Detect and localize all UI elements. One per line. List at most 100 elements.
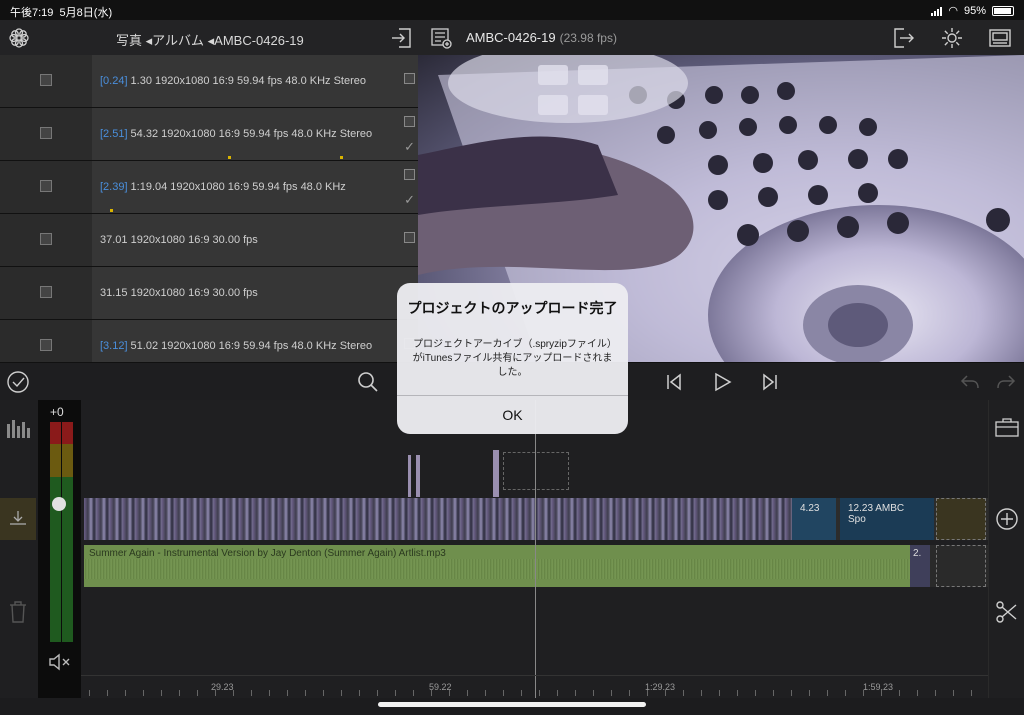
audio-clip-label: Summer Again - Instrumental Version by J…: [89, 548, 446, 559]
ruler-tick: [359, 690, 360, 696]
ruler-tick: [341, 690, 342, 696]
redo-icon[interactable]: [994, 370, 1018, 394]
clip-thumbnail[interactable]: [0, 55, 92, 107]
clip-row[interactable]: [2.39] 1:19.04 1920x1080 16:9 59.94 fps 4…: [0, 161, 418, 214]
skip-back-icon[interactable]: [662, 370, 686, 394]
ruler-tick: [485, 690, 486, 696]
add-circle-icon[interactable]: [995, 507, 1019, 531]
dialog-title: プロジェクトのアップロード完了: [407, 300, 618, 316]
image-placeholder-icon: [40, 339, 52, 351]
clip-info[interactable]: [2.51] 54.32 1920x1080 16:9 59.94 fps 48.…: [92, 108, 418, 160]
audio-waveform: [84, 559, 910, 579]
track-select-handle[interactable]: [0, 498, 36, 540]
mute-icon[interactable]: [48, 652, 72, 672]
clip-row[interactable]: [0.24] 1.30 1920x1080 16:9 59.94 fps 48.0…: [0, 55, 418, 108]
ruler-tick: [305, 690, 306, 696]
track-area[interactable]: 4.23 12.23 AMBC Spo Summer Again - Instr…: [81, 400, 989, 698]
export-icon[interactable]: [892, 26, 916, 50]
image-placeholder-icon: [40, 233, 52, 245]
clip-status-icon: [404, 73, 415, 84]
status-bar: 午後7:19 5月8日(水) ◠ 95%: [0, 0, 1024, 20]
video-clip-placeholder[interactable]: [936, 498, 986, 540]
clip-thumbnail[interactable]: [0, 214, 92, 266]
ok-button[interactable]: OK: [397, 396, 628, 434]
clip-thumbnail[interactable]: [0, 161, 92, 213]
ruler-tick: [179, 690, 180, 696]
clip-thumbnail[interactable]: [0, 108, 92, 160]
search-icon[interactable]: [356, 370, 380, 394]
ruler-tick: [719, 690, 720, 696]
ruler-tick: [647, 690, 648, 696]
video-clip-duration: 4.23: [800, 503, 820, 514]
clip-info[interactable]: [2.39] 1:19.04 1920x1080 16:9 59.94 fps 4…: [92, 161, 418, 213]
volume-slider-knob[interactable]: [52, 497, 66, 511]
ruler-tick: [971, 690, 972, 696]
ruler-label: 1:59.23: [863, 682, 894, 692]
ruler-label: 1:29.23: [645, 682, 676, 692]
clip-status-icon: [404, 116, 415, 127]
ruler-tick: [953, 690, 954, 696]
toolbox-icon[interactable]: [995, 416, 1019, 438]
clip-details: 51.02 1920x1080 16:9 59.94 fps 48.0 KHz …: [130, 340, 373, 352]
import-icon[interactable]: [390, 27, 412, 49]
video-clip[interactable]: 12.23 AMBC Spo: [840, 498, 910, 540]
ruler-tick: [593, 690, 594, 696]
ruler-tick: [827, 690, 828, 696]
timeline: +0 4.23 12.23 AMBC Spo Summer Again - In…: [0, 400, 1024, 698]
clip-thumbnail[interactable]: [0, 267, 92, 319]
scissors-icon[interactable]: [995, 600, 1019, 624]
trash-icon[interactable]: [8, 600, 28, 624]
clip-info[interactable]: 31.15 1920x1080 16:9 30.00 fps: [92, 267, 418, 319]
level-bar-right: [62, 422, 73, 642]
audio-track[interactable]: Summer Again - Instrumental Version by J…: [84, 545, 989, 587]
ruler-tick: [251, 690, 252, 696]
timeline-left-tools: [0, 400, 36, 698]
clip-info[interactable]: [3.12] 51.02 1920x1080 16:9 59.94 fps 48.…: [92, 320, 418, 362]
clip-status-icon: [404, 169, 415, 180]
audio-levels-icon[interactable]: [6, 418, 30, 438]
ruler-tick: [431, 690, 432, 696]
audio-clip[interactable]: Summer Again - Instrumental Version by J…: [84, 545, 910, 587]
video-clip[interactable]: 4.23: [792, 498, 836, 540]
split-track-icon: [10, 511, 26, 525]
clip-info[interactable]: [0.24] 1.30 1920x1080 16:9 59.94 fps 48.0…: [92, 55, 418, 107]
ruler-tick: [539, 690, 540, 696]
clip-row[interactable]: [3.12] 51.02 1920x1080 16:9 59.94 fps 48.…: [0, 320, 418, 362]
ruler-tick: [287, 690, 288, 696]
home-indicator[interactable]: [378, 702, 646, 707]
playhead[interactable]: [535, 400, 536, 698]
skip-forward-icon[interactable]: [758, 370, 782, 394]
gear-icon[interactable]: [940, 26, 964, 50]
layout-icon[interactable]: [988, 26, 1012, 50]
check-circle-icon[interactable]: [6, 370, 30, 394]
clip-thumbnail[interactable]: [0, 320, 92, 362]
play-icon[interactable]: [710, 370, 734, 394]
clip-info[interactable]: 37.01 1920x1080 16:9 30.00 fps: [92, 214, 418, 266]
dialog-message: プロジェクトアーカイブ（.spryzipファイル）がiTunesファイル共有にア…: [412, 339, 613, 378]
clip-row[interactable]: 31.15 1920x1080 16:9 30.00 fps: [0, 267, 418, 320]
ruler-tick: [197, 690, 198, 696]
audio-clip-placeholder[interactable]: [936, 545, 986, 587]
clip-list[interactable]: [0.24] 1.30 1920x1080 16:9 59.94 fps 48.0…: [0, 55, 418, 362]
level-bar-left: [50, 422, 61, 642]
clip-row[interactable]: [2.51] 54.32 1920x1080 16:9 59.94 fps 48.…: [0, 108, 418, 161]
ruler-tick: [143, 690, 144, 696]
battery-icon: [992, 5, 1014, 16]
video-clip[interactable]: [910, 498, 934, 540]
clip-details: 54.32 1920x1080 16:9 59.94 fps 48.0 KHz …: [130, 128, 373, 140]
ruler-tick: [899, 690, 900, 696]
video-track[interactable]: 4.23 12.23 AMBC Spo: [84, 498, 989, 540]
audio-clip[interactable]: 2.: [910, 545, 930, 587]
image-placeholder-icon: [40, 180, 52, 192]
undo-icon[interactable]: [958, 370, 982, 394]
flower-icon[interactable]: [8, 27, 30, 49]
ruler-tick: [449, 690, 450, 696]
project-list-icon[interactable]: [430, 27, 452, 49]
time-ruler[interactable]: 29.23 59.22 1:29.23 1:59.23: [81, 675, 988, 698]
ruler-tick: [395, 690, 396, 696]
video-clips-strip[interactable]: [84, 498, 792, 540]
breadcrumb[interactable]: 写真 ◂アルバム ◂AMBC-0426-19: [116, 30, 304, 49]
clip-index: [2.39]: [100, 181, 128, 193]
clip-row[interactable]: 37.01 1920x1080 16:9 30.00 fps: [0, 214, 418, 267]
ruler-tick: [791, 690, 792, 696]
